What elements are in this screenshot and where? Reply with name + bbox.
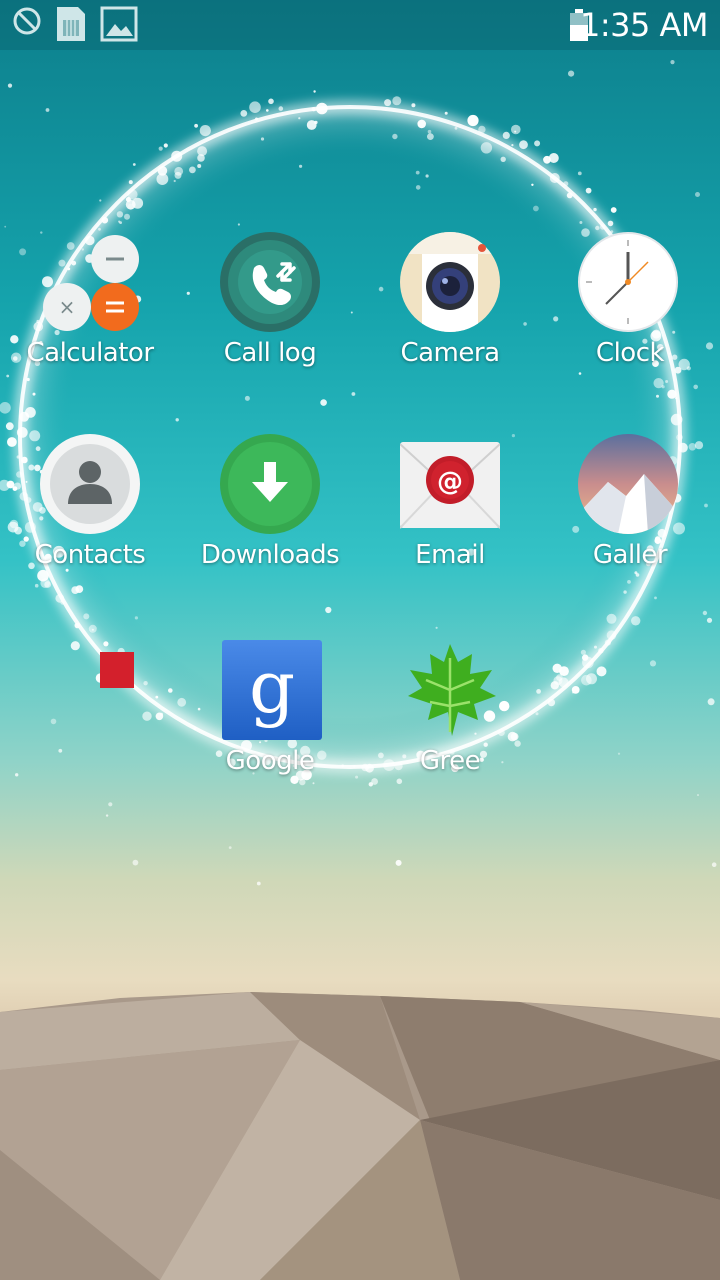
app-label: Calculator: [26, 338, 154, 368]
call-log-icon: [220, 232, 320, 332]
app-gallery[interactable]: Galler: [540, 434, 720, 614]
app-greenify[interactable]: Gree: [360, 640, 540, 820]
app-email[interactable]: @ Email: [360, 434, 540, 614]
svg-text:g: g: [249, 645, 295, 729]
clock-icon: [578, 232, 678, 332]
downloads-icon: [220, 434, 320, 534]
app-label: Clock: [595, 338, 665, 368]
status-bar: 1:35 AM: [0, 0, 720, 50]
image-icon: [100, 6, 138, 42]
app-google[interactable]: g Google: [180, 640, 360, 820]
app-calculator[interactable]: × Calculator: [0, 232, 180, 412]
svg-text:@: @: [437, 467, 463, 497]
app-label: Contacts: [34, 540, 146, 570]
contacts-icon: [40, 434, 140, 534]
app-label: Email: [415, 540, 485, 570]
app-clock[interactable]: Clock: [540, 232, 720, 412]
app-camera[interactable]: Camera: [360, 232, 540, 412]
app-label: Downloads: [200, 540, 340, 570]
calculator-icon: ×: [40, 232, 140, 332]
camera-icon: [400, 232, 500, 332]
google-icon: g: [222, 640, 322, 740]
status-time: 1:35 AM: [579, 6, 709, 44]
app-label: Call log: [223, 338, 317, 368]
app-partial-left[interactable]: [0, 640, 140, 700]
app-label: Google: [225, 746, 315, 776]
greenify-icon: [400, 640, 500, 740]
partial-app-icon: [100, 652, 134, 688]
app-label: Galler: [592, 540, 668, 570]
app-call-log[interactable]: Call log: [180, 232, 360, 412]
email-icon: @: [400, 434, 500, 534]
app-downloads[interactable]: Downloads: [180, 434, 360, 614]
svg-text:×: ×: [59, 295, 76, 319]
app-contacts[interactable]: Contacts: [0, 434, 180, 614]
blocked-icon: [13, 7, 41, 35]
app-label: Camera: [400, 338, 500, 368]
app-label: Gree: [419, 746, 481, 776]
sim-card-icon: [57, 7, 85, 41]
gallery-icon: [578, 434, 678, 534]
